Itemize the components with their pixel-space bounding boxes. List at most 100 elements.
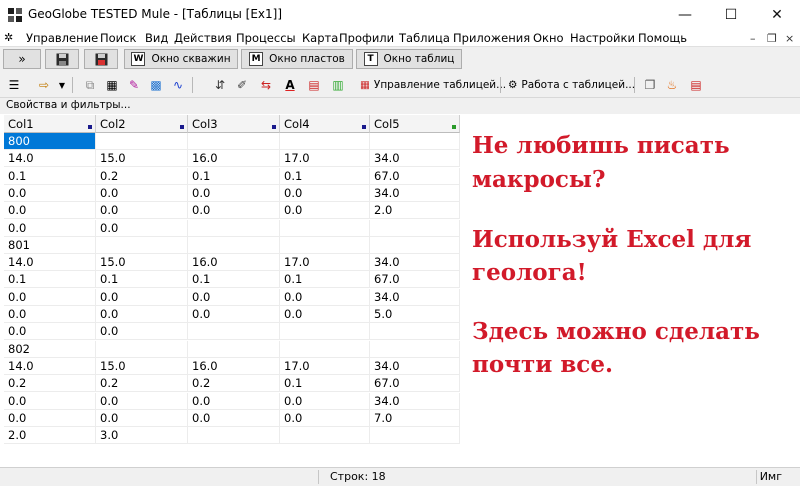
table-green-icon[interactable]: ▥ bbox=[330, 77, 346, 93]
table-cell[interactable]: 0.0 bbox=[96, 306, 188, 323]
table-cell[interactable] bbox=[280, 427, 370, 445]
table-row[interactable]: 0.0 0.0 0.0 0.0 7.0 bbox=[4, 409, 460, 427]
save-as-button[interactable] bbox=[84, 49, 118, 69]
table-row[interactable]: 0.0 0.0 0.0 0.0 2.0 bbox=[4, 202, 460, 220]
table-row[interactable]: 801 bbox=[4, 236, 460, 254]
menu-help[interactable]: Помощь bbox=[638, 31, 687, 45]
dropdown-arrow-icon[interactable]: ▼ bbox=[54, 77, 70, 93]
table-cell[interactable]: 0.0 bbox=[96, 219, 188, 237]
tables-window-button[interactable]: T Окно таблиц bbox=[356, 49, 462, 69]
table-cell[interactable]: 0.0 bbox=[96, 392, 188, 410]
table-cell[interactable]: 67.0 bbox=[370, 167, 460, 185]
table-cell[interactable]: 15.0 bbox=[96, 357, 188, 375]
table-cell[interactable]: 0.0 bbox=[188, 306, 280, 323]
table-row[interactable]: 802 bbox=[4, 340, 460, 358]
table-cell[interactable] bbox=[280, 133, 370, 150]
table-red-icon[interactable]: ▤ bbox=[306, 77, 322, 93]
table-cell[interactable]: 0.2 bbox=[4, 375, 96, 393]
table-cell[interactable]: 0.1 bbox=[280, 271, 370, 289]
table-cell[interactable]: 67.0 bbox=[370, 375, 460, 393]
table-cell[interactable]: 34.0 bbox=[370, 392, 460, 410]
table-cell[interactable] bbox=[96, 340, 188, 358]
table-cell[interactable]: 802 bbox=[4, 340, 96, 358]
list-icon[interactable]: ☰ bbox=[6, 77, 22, 93]
menu-window[interactable]: Окно bbox=[533, 31, 564, 45]
table-cell[interactable]: 0.0 bbox=[96, 184, 188, 202]
table-row[interactable]: 0.0 0.0 0.0 0.0 34.0 bbox=[4, 184, 460, 202]
table-row[interactable]: 14.0 15.0 16.0 17.0 34.0 bbox=[4, 357, 460, 375]
properties-filters-bar[interactable]: Свойства и фильтры... bbox=[0, 98, 800, 114]
table-row[interactable]: 0.0 0.0 bbox=[4, 219, 460, 237]
table-cell[interactable]: 17.0 bbox=[280, 254, 370, 272]
expand-button[interactable]: » bbox=[3, 49, 41, 69]
table-cell[interactable]: 0.1 bbox=[4, 167, 96, 185]
table-cell[interactable]: 0.0 bbox=[4, 288, 96, 306]
table-row[interactable]: 0.0 0.0 bbox=[4, 323, 460, 341]
menu-search[interactable]: Поиск bbox=[100, 31, 136, 45]
swap-icon[interactable]: ⇆ bbox=[258, 77, 274, 93]
table-cell[interactable] bbox=[188, 340, 280, 358]
table-cell[interactable]: 17.0 bbox=[280, 357, 370, 375]
table-cell[interactable]: 34.0 bbox=[370, 184, 460, 202]
table-cell[interactable]: 0.1 bbox=[280, 375, 370, 393]
table-cell[interactable] bbox=[280, 323, 370, 341]
table-cell[interactable]: 0.2 bbox=[188, 375, 280, 393]
menu-settings[interactable]: Настройки bbox=[570, 31, 635, 45]
table-cell[interactable]: 16.0 bbox=[188, 150, 280, 168]
table-cell[interactable] bbox=[370, 323, 460, 341]
table-cell[interactable]: 0.1 bbox=[188, 271, 280, 289]
table-cell[interactable] bbox=[370, 133, 460, 150]
table-work-button[interactable]: ⚙ Работа с таблицей... bbox=[508, 75, 635, 95]
table-cell[interactable]: 0.0 bbox=[96, 288, 188, 306]
table-cell[interactable]: 0.0 bbox=[280, 306, 370, 323]
calculator-icon[interactable]: ▦ bbox=[104, 77, 120, 93]
table-cell[interactable] bbox=[96, 133, 188, 150]
table-cell[interactable]: 0.1 bbox=[280, 167, 370, 185]
table-cell[interactable] bbox=[370, 236, 460, 254]
table-cell[interactable]: 14.0 bbox=[4, 357, 96, 375]
table-cell[interactable] bbox=[370, 219, 460, 237]
table-cell[interactable]: 34.0 bbox=[370, 288, 460, 306]
table-row[interactable]: 0.2 0.2 0.2 0.1 67.0 bbox=[4, 375, 460, 393]
table-cell[interactable]: 2.0 bbox=[4, 427, 96, 445]
system-menu-icon[interactable]: ✲ bbox=[4, 31, 13, 44]
table-cell[interactable]: 34.0 bbox=[370, 150, 460, 168]
table-cell[interactable]: 0.1 bbox=[188, 167, 280, 185]
table-cell[interactable]: 0.0 bbox=[4, 306, 96, 323]
table-cell[interactable]: 14.0 bbox=[4, 254, 96, 272]
table-row[interactable]: 0.1 0.2 0.1 0.1 67.0 bbox=[4, 167, 460, 185]
table-cell[interactable]: 801 bbox=[4, 236, 96, 254]
table-cell[interactable]: 0.1 bbox=[96, 271, 188, 289]
minimize-button[interactable]: — bbox=[662, 0, 708, 30]
table-cell[interactable]: 0.0 bbox=[188, 202, 280, 220]
menu-table[interactable]: Таблица bbox=[399, 31, 450, 45]
table-cell[interactable]: 34.0 bbox=[370, 254, 460, 272]
table-cell[interactable] bbox=[188, 219, 280, 237]
menu-view[interactable]: Вид bbox=[145, 31, 168, 45]
fire-icon[interactable]: ♨ bbox=[664, 77, 680, 93]
table-cell[interactable]: 15.0 bbox=[96, 150, 188, 168]
close-button[interactable]: ✕ bbox=[754, 0, 800, 30]
font-icon[interactable]: A bbox=[282, 77, 298, 93]
column-header-col2[interactable]: Col2 bbox=[96, 115, 188, 133]
table-cell[interactable]: 0.0 bbox=[96, 323, 188, 341]
pages-icon[interactable]: ❐ bbox=[642, 77, 658, 93]
table-cell[interactable]: 2.0 bbox=[370, 202, 460, 220]
mdi-minimize-button[interactable]: – bbox=[750, 32, 756, 45]
column-header-col5[interactable]: Col5 bbox=[370, 115, 460, 133]
edit-icon[interactable]: ✐ bbox=[234, 77, 250, 93]
table-cell[interactable]: 5.0 bbox=[370, 306, 460, 323]
table-cell[interactable]: 67.0 bbox=[370, 271, 460, 289]
table-cell[interactable]: 34.0 bbox=[370, 357, 460, 375]
maximize-button[interactable]: ☐ bbox=[708, 0, 754, 30]
table-cell[interactable]: 0.0 bbox=[4, 392, 96, 410]
table-cell[interactable]: 0.0 bbox=[280, 392, 370, 410]
table-management-button[interactable]: ▦ Управление таблицей... bbox=[360, 75, 506, 95]
table-cell[interactable] bbox=[280, 219, 370, 237]
column-header-col4[interactable]: Col4 bbox=[280, 115, 370, 133]
menu-processes[interactable]: Процессы bbox=[236, 31, 296, 45]
table-cell[interactable]: 0.0 bbox=[188, 288, 280, 306]
table-cell[interactable]: 0.0 bbox=[280, 202, 370, 220]
table-cell[interactable] bbox=[280, 340, 370, 358]
menu-actions[interactable]: Действия bbox=[174, 31, 232, 45]
